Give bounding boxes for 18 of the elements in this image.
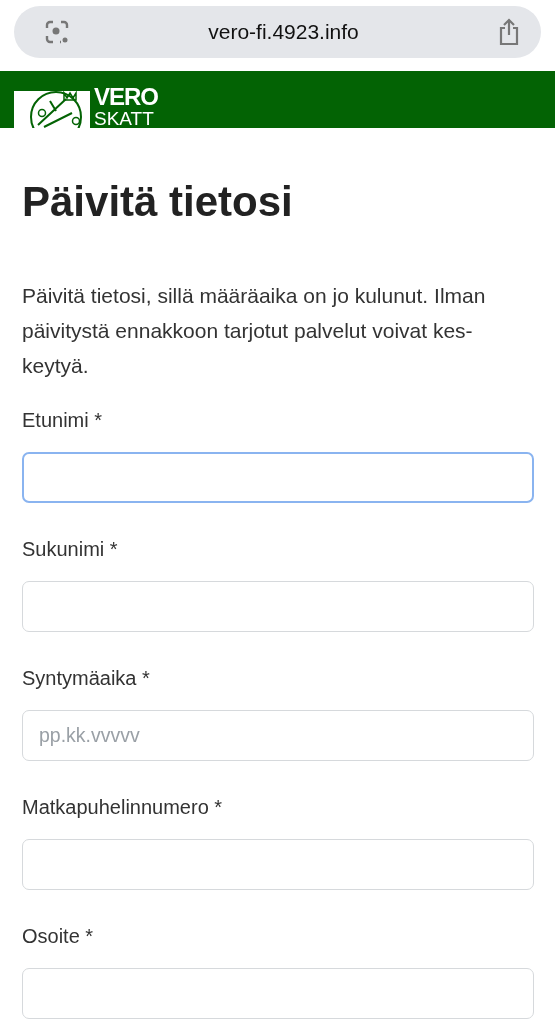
field-label: Syntymäaika * [22, 667, 151, 690]
page-title: Päivitä tietosi [22, 178, 294, 226]
input-field[interactable] [22, 968, 534, 1019]
input-field[interactable]: pp.kk.vvvvv [22, 710, 534, 761]
logo-subtext: SKATT [94, 109, 155, 128]
camera-scan-icon[interactable] [44, 19, 70, 45]
address-bar[interactable]: vero-fi.4923.info [14, 6, 541, 58]
intro-paragraph: Päivitä tietosi, sillä määräaika on jo kulunut. Ilman päivitystä ennakkoon tarjotut palvelut voivat kes-keytyä. [22, 283, 487, 379]
field-label: Sukunimi * [22, 538, 119, 561]
input-field[interactable] [22, 581, 534, 632]
field-label: Osoite * [22, 925, 95, 948]
input-field[interactable] [22, 839, 534, 890]
field-label: Etunimi * [22, 409, 104, 432]
input-field[interactable] [22, 452, 534, 503]
url-text: vero-fi.4923.info [208, 20, 359, 44]
field-label: Matkapuhelinnumero * [22, 796, 224, 819]
share-icon[interactable] [497, 18, 521, 46]
logo-text: VERO [94, 85, 158, 109]
